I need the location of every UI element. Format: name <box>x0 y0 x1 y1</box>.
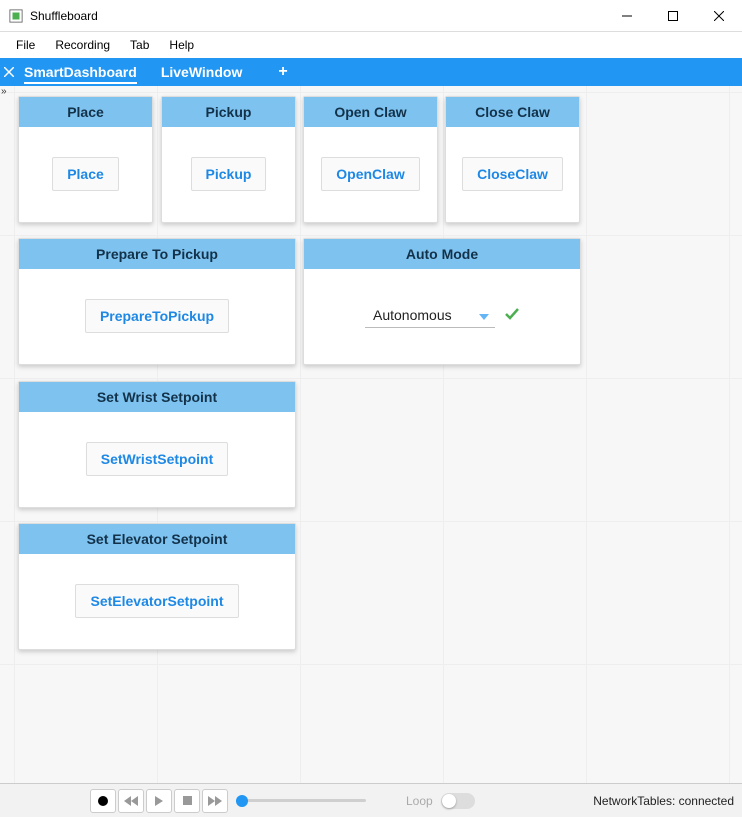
widget-openclaw[interactable]: Open Claw OpenClaw <box>303 96 438 223</box>
widget-pickup[interactable]: Pickup Pickup <box>161 96 296 223</box>
widget-title: Set Elevator Setpoint <box>19 524 295 554</box>
widget-title: Auto Mode <box>304 239 580 269</box>
widget-title: Open Claw <box>304 97 437 127</box>
widget-prepare-to-pickup[interactable]: Prepare To Pickup PrepareToPickup <box>18 238 296 365</box>
maximize-button[interactable] <box>650 0 696 32</box>
titlebar: Shuffleboard <box>0 0 742 32</box>
widget-title: Prepare To Pickup <box>19 239 295 269</box>
record-button[interactable] <box>90 789 116 813</box>
widget-set-wrist-setpoint[interactable]: Set Wrist Setpoint SetWristSetpoint <box>18 381 296 508</box>
slider-thumb[interactable] <box>236 795 248 807</box>
openclaw-button[interactable]: OpenClaw <box>321 157 419 191</box>
tab-add-button[interactable]: + <box>262 58 303 86</box>
widget-title: Place <box>19 97 152 127</box>
chevron-down-icon <box>479 307 489 323</box>
auto-mode-selected: Autonomous <box>373 307 452 323</box>
playback-bar: Loop NetworkTables: connected <box>0 783 742 817</box>
fast-forward-button[interactable] <box>202 789 228 813</box>
widget-title: Close Claw <box>446 97 579 127</box>
auto-mode-select[interactable]: Autonomous <box>365 303 495 328</box>
menu-tab[interactable]: Tab <box>120 36 159 54</box>
widget-title: Set Wrist Setpoint <box>19 382 295 412</box>
closeclaw-button[interactable]: CloseClaw <box>462 157 563 191</box>
play-button[interactable] <box>146 789 172 813</box>
playback-slider[interactable] <box>236 799 366 802</box>
minimize-button[interactable] <box>604 0 650 32</box>
pickup-button[interactable]: Pickup <box>191 157 267 191</box>
chevron-right-icon[interactable]: » <box>1 86 7 97</box>
check-icon <box>505 307 519 325</box>
place-button[interactable]: Place <box>52 157 119 191</box>
tab-label: SmartDashboard <box>24 64 137 80</box>
widget-title: Pickup <box>162 97 295 127</box>
canvas-area: » Place Place Pickup Pickup Open Claw Op… <box>0 86 742 783</box>
tab-smartdashboard[interactable]: SmartDashboard <box>20 58 157 86</box>
stop-button[interactable] <box>174 789 200 813</box>
tab-label: LiveWindow <box>161 64 243 80</box>
widget-auto-mode[interactable]: Auto Mode Autonomous <box>303 238 581 365</box>
network-status: NetworkTables: connected <box>593 794 734 808</box>
set-wrist-setpoint-button[interactable]: SetWristSetpoint <box>86 442 229 476</box>
tab-bar: SmartDashboard LiveWindow + <box>0 58 742 86</box>
menu-help[interactable]: Help <box>159 36 204 54</box>
set-elevator-setpoint-button[interactable]: SetElevatorSetpoint <box>75 584 238 618</box>
tab-livewindow[interactable]: LiveWindow <box>157 58 263 86</box>
toggle-thumb <box>442 794 456 808</box>
widget-set-elevator-setpoint[interactable]: Set Elevator Setpoint SetElevatorSetpoin… <box>18 523 296 650</box>
app-icon <box>8 8 24 24</box>
prepare-to-pickup-button[interactable]: PrepareToPickup <box>85 299 229 333</box>
widget-closeclaw[interactable]: Close Claw CloseClaw <box>445 96 580 223</box>
rewind-button[interactable] <box>118 789 144 813</box>
loop-label: Loop <box>406 794 433 808</box>
widget-place[interactable]: Place Place <box>18 96 153 223</box>
close-button[interactable] <box>696 0 742 32</box>
loop-toggle[interactable] <box>441 793 475 809</box>
menu-recording[interactable]: Recording <box>45 36 120 54</box>
tab-close-icon[interactable] <box>0 58 20 86</box>
menu-file[interactable]: File <box>6 36 45 54</box>
menubar: File Recording Tab Help <box>0 32 742 58</box>
window-title: Shuffleboard <box>30 9 98 23</box>
